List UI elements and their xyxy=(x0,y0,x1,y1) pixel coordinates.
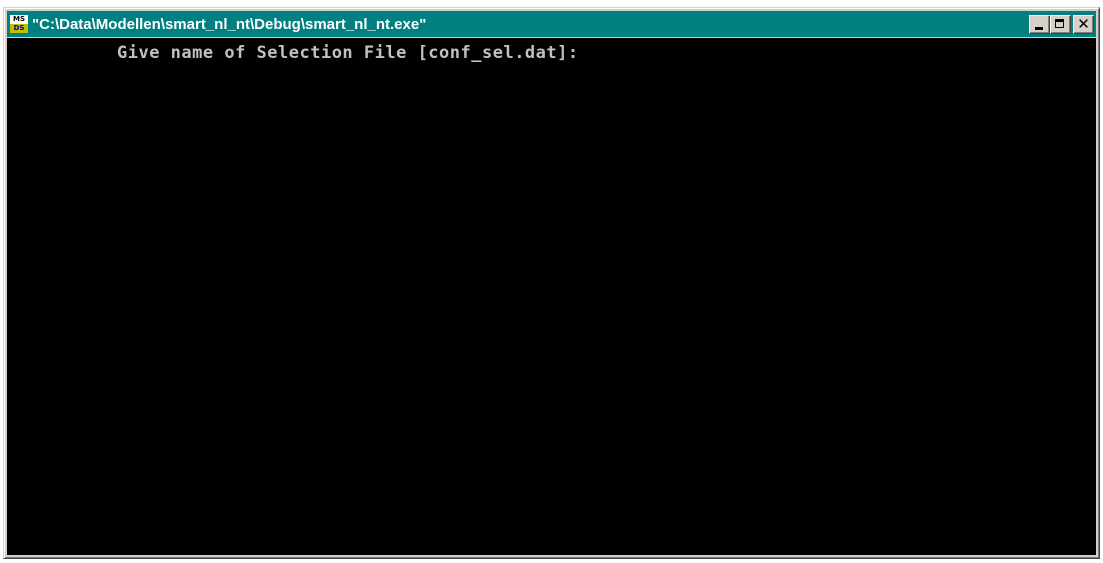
maximize-button[interactable] xyxy=(1050,14,1071,34)
app-icon[interactable]: MS DS xyxy=(10,15,28,33)
close-icon: ✕ xyxy=(1077,14,1090,33)
caption-buttons: ✕ xyxy=(1029,14,1094,34)
app-icon-bottom-text: DS xyxy=(10,24,28,33)
title-bar[interactable]: MS DS "C:\Data\Modellen\smart_nl_nt\Debu… xyxy=(7,11,1096,37)
minimize-button[interactable] xyxy=(1029,14,1050,34)
app-icon-top-text: MS xyxy=(10,15,28,24)
window-title: "C:\Data\Modellen\smart_nl_nt\Debug\smar… xyxy=(32,15,427,33)
minimize-icon xyxy=(1035,26,1043,30)
console-prompt-line: Give name of Selection File [conf_sel.da… xyxy=(117,43,579,63)
maximize-icon xyxy=(1055,18,1064,28)
console-window: MS DS "C:\Data\Modellen\smart_nl_nt\Debu… xyxy=(3,7,1100,559)
console-output[interactable]: Give name of Selection File [conf_sel.da… xyxy=(7,38,1096,555)
close-button[interactable]: ✕ xyxy=(1073,14,1094,34)
